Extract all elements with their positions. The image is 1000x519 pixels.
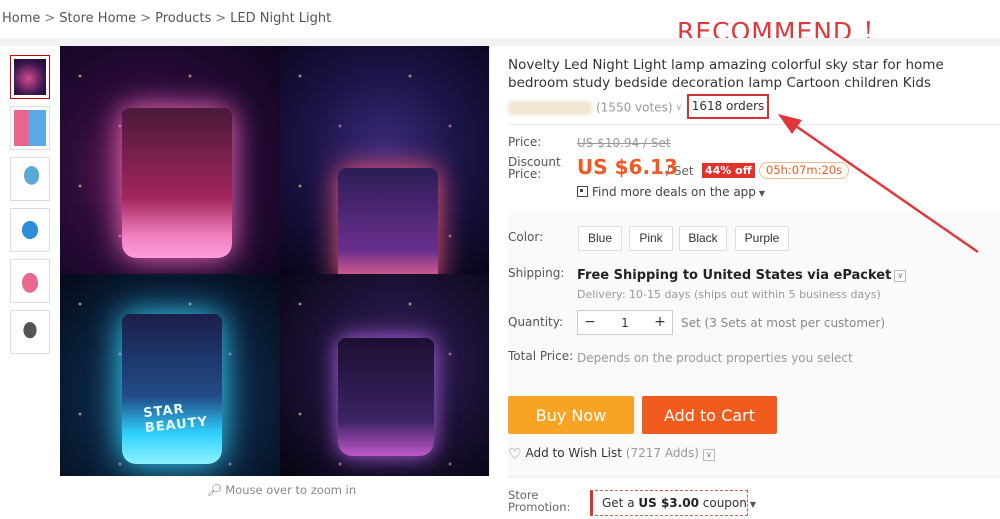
- thumbnail-3[interactable]: [10, 157, 50, 201]
- chevron-down-icon[interactable]: ∨: [676, 103, 683, 113]
- color-option-black[interactable]: Black: [679, 226, 727, 251]
- coupon-suffix: coupon: [702, 496, 747, 510]
- discount-label-line2: Price:: [508, 167, 542, 181]
- wish-count: (7217 Adds): [625, 446, 699, 460]
- product-photo-blue-lamp: STAR BEAUTY: [60, 274, 280, 476]
- product-title: Novelty Led Night Light lamp amazing col…: [508, 57, 944, 91]
- thumbnail-5[interactable]: [10, 259, 50, 303]
- breadcrumb-separator: >: [215, 11, 227, 26]
- color-option-pink[interactable]: Pink: [629, 226, 673, 251]
- discount-price-label: Discount Price:: [508, 156, 561, 180]
- shipping-method[interactable]: Free Shipping to United States via ePack…: [577, 268, 907, 283]
- heart-icon: ♡: [508, 445, 522, 463]
- color-option-purple[interactable]: Purple: [735, 226, 789, 251]
- divider: [508, 124, 1000, 125]
- coupon-amount: US $3.00: [638, 496, 699, 510]
- thumbnail-2[interactable]: [10, 106, 50, 150]
- quantity-limit-note: Set (3 Sets at most per customer): [681, 316, 886, 330]
- app-deals-text: Find more deals on the app: [592, 185, 756, 199]
- coupon-prefix: Get a: [602, 496, 635, 510]
- breadcrumb: Home > Store Home > Products > LED Night Light: [2, 11, 331, 26]
- breadcrumb-current: LED Night Light: [230, 11, 332, 26]
- quantity-decrease-button[interactable]: −: [578, 311, 602, 334]
- breadcrumb-products[interactable]: Products: [155, 11, 211, 26]
- breadcrumb-home[interactable]: Home: [2, 11, 40, 26]
- orders-count: 1618 orders: [687, 94, 769, 119]
- chevron-down-icon[interactable]: ∨: [702, 449, 715, 461]
- top-divider: [0, 38, 1000, 46]
- thumbnail-1[interactable]: [10, 55, 50, 99]
- price-label: Price:: [508, 135, 542, 149]
- color-label: Color:: [508, 230, 544, 244]
- price-unit: / Set: [666, 164, 694, 178]
- qr-code-icon: [577, 186, 588, 197]
- shipping-label: Shipping:: [508, 266, 565, 280]
- buy-now-button[interactable]: Buy Now: [508, 396, 634, 434]
- breadcrumb-separator: >: [140, 11, 152, 26]
- divider: [508, 476, 1000, 477]
- chevron-down-icon[interactable]: ∨: [894, 270, 907, 282]
- lamp-brand-label: STAR BEAUTY: [142, 401, 209, 436]
- options-panel: [508, 211, 1000, 479]
- zoom-hint: 🔎︎ Mouse over to zoom in: [207, 483, 356, 497]
- discount-badge: 44% off: [702, 163, 755, 178]
- product-photo-red-lamp: [280, 46, 489, 274]
- rating-row: (1550 votes) ∨: [508, 97, 682, 117]
- breadcrumb-separator: >: [44, 11, 56, 26]
- product-photo-purple-lamp: [280, 274, 489, 476]
- caret-down-icon: ▼: [758, 189, 766, 198]
- shipping-method-text: Free Shipping to United States via ePack…: [577, 268, 892, 283]
- product-photo-pink-lamp: [60, 46, 280, 274]
- thumbnail-4[interactable]: [10, 208, 50, 252]
- countdown-timer: 05h:07m:20s: [759, 162, 850, 179]
- total-price-value: Depends on the product properties you se…: [577, 351, 853, 365]
- caret-down-icon: ▼: [749, 500, 757, 509]
- thumbnail-strip: [10, 55, 50, 361]
- wish-list-text: Add to Wish List: [525, 446, 622, 460]
- quantity-label: Quantity:: [508, 315, 564, 329]
- quantity-increase-button[interactable]: +: [648, 311, 672, 334]
- quantity-input[interactable]: [602, 312, 648, 333]
- wish-list-link[interactable]: ♡ Add to Wish List (7217 Adds) ∨: [508, 445, 715, 463]
- color-option-blue[interactable]: Blue: [578, 226, 622, 251]
- rating-stars: [508, 100, 592, 115]
- search-icon: 🔎︎: [207, 483, 223, 497]
- app-deals-link[interactable]: Find more deals on the app ▼: [577, 185, 765, 199]
- coupon-dropdown[interactable]: Get a US $3.00 coupon ▼: [590, 490, 756, 516]
- delivery-estimate: Delivery: 10-15 days (ships out within 5…: [577, 288, 881, 301]
- store-promotion-label: Store Promotion:: [508, 489, 570, 513]
- original-price: US $10.94 / Set: [577, 136, 671, 150]
- breadcrumb-store-home[interactable]: Store Home: [59, 11, 136, 26]
- discount-price: US $6.13: [577, 155, 678, 179]
- product-main-image[interactable]: STAR BEAUTY: [60, 46, 490, 476]
- votes-count[interactable]: (1550 votes): [596, 101, 673, 115]
- promo-label-line2: Promotion:: [508, 500, 571, 514]
- add-to-cart-button[interactable]: Add to Cart: [642, 396, 777, 434]
- thumbnail-6[interactable]: [10, 310, 50, 354]
- quantity-stepper: − +: [577, 310, 673, 335]
- zoom-hint-text: Mouse over to zoom in: [225, 483, 357, 497]
- total-price-label: Total Price:: [508, 349, 574, 363]
